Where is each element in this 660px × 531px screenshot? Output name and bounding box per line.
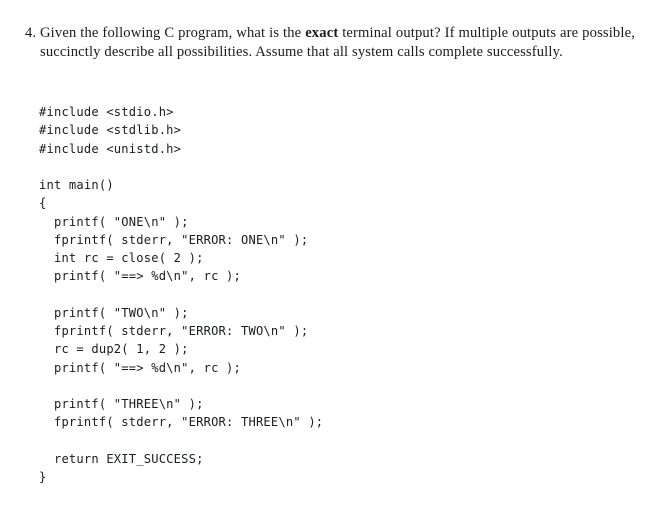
code-line: int main() (39, 178, 114, 192)
code-line: fprintf( stderr, "ERROR: TWO\n" ); (39, 324, 309, 338)
code-line: } (39, 470, 47, 484)
code-line: #include <stdlib.h> (39, 123, 182, 138)
code-line: fprintf( stderr, "ERROR: THREE\n" ); (39, 415, 324, 430)
c-code-listing: #include <stdio.h> #include <stdlib.h> #in… (39, 103, 323, 486)
code-line: printf( "ONE\n" ); (39, 214, 189, 229)
question-text-before-bold: Given the following C program, what is t… (40, 25, 306, 41)
question-item: 4. Given the following C program, what i… (0, 24, 660, 61)
code-line: return EXIT_SUCCESS; (39, 451, 204, 466)
code-line: #include <stdio.h> (39, 105, 174, 119)
code-line: int rc = close( 2 ); (39, 251, 204, 265)
code-line: { (39, 196, 47, 211)
code-line: #include <unistd.h> (39, 141, 182, 156)
code-line: printf( "==> %d\n", rc ); (39, 360, 241, 375)
code-line: fprintf( stderr, "ERROR: ONE\n" ); (39, 232, 309, 247)
code-line: rc = dup2( 1, 2 ); (39, 342, 189, 357)
code-line: printf( "==> %d\n", rc ); (39, 269, 241, 284)
question-emphasis-exact: exact (305, 25, 339, 41)
question-number: 4. (25, 25, 36, 41)
code-line: printf( "THREE\n" ); (39, 397, 204, 411)
question-text: Given the following C program, what is t… (40, 24, 635, 61)
code-line: printf( "TWO\n" ); (39, 305, 189, 320)
